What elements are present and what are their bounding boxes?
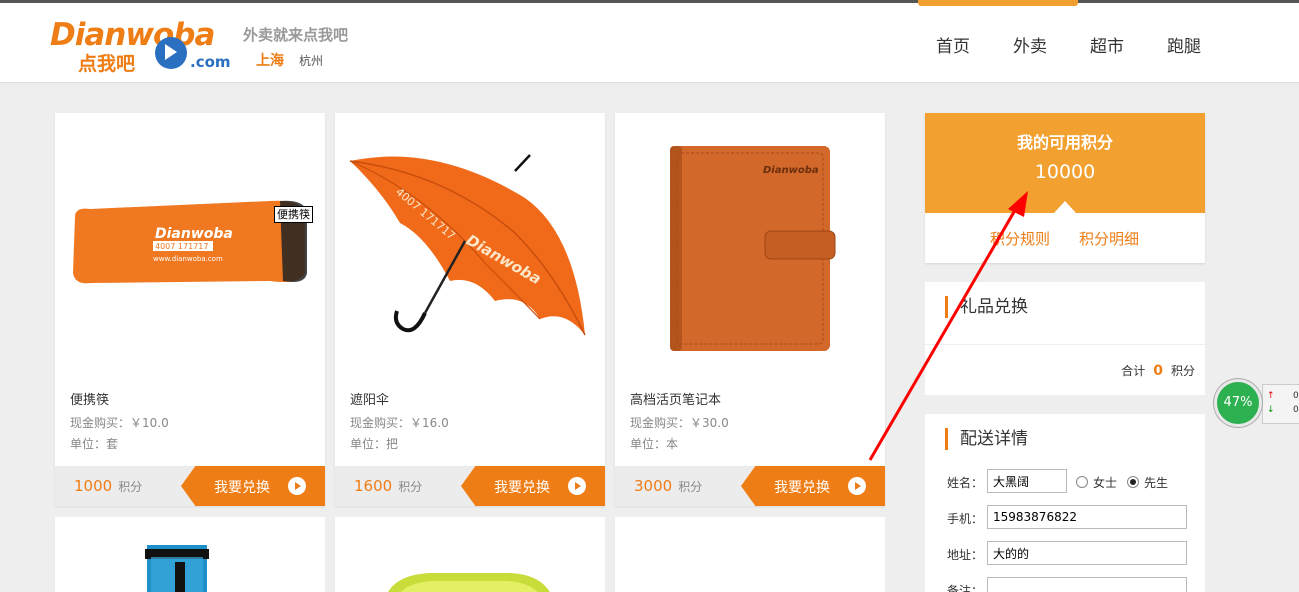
product-image-chopsticks[interactable]: Dianwoba 4007 171717 www.dianwoba.com [55, 113, 325, 383]
logo-domain: .com [190, 53, 231, 71]
logo-sub: 点我吧 [78, 53, 136, 75]
nav-supermarket[interactable]: 超市 [1090, 32, 1124, 57]
gift-exchange-panel: 礼品兑换 合计 0 积分 [925, 282, 1205, 395]
gift-title: 礼品兑换 [945, 296, 1028, 318]
phone-label: 手机： [947, 512, 984, 526]
points-header: 我的可用积分 10000 [925, 113, 1205, 213]
address-label: 地址： [947, 548, 984, 562]
logo-text: Dianwoba [50, 17, 215, 53]
memory-gauge[interactable]: 47% [1214, 379, 1262, 427]
gift-total: 合计 0 积分 [1121, 363, 1195, 379]
nav-takeout[interactable]: 外卖 [1013, 32, 1047, 57]
nav-home[interactable]: 首页 [936, 32, 970, 57]
slogan: 外卖就来点我吧 [243, 26, 349, 44]
points-panel: 我的可用积分 10000 积分规则 积分明细 [925, 113, 1205, 263]
name-label: 姓名： [947, 476, 984, 490]
address-input[interactable] [987, 541, 1187, 565]
product-points: 1000 积分 [74, 477, 143, 495]
product-price: 现金购买：￥16.0 [350, 416, 449, 430]
logo[interactable]: Dianwoba 点我吧 .com [50, 17, 231, 75]
note-input[interactable] [987, 577, 1187, 592]
nav-active-indicator [918, 0, 1078, 6]
product-image-lunchbox[interactable] [335, 517, 605, 592]
card-footer: 1000 积分 我要兑换 [55, 466, 325, 506]
product-name[interactable]: 遮阳伞 [350, 389, 389, 408]
product-card [335, 517, 605, 592]
city-hangzhou[interactable]: 杭州 [299, 52, 323, 69]
points-rules-link[interactable]: 积分规则 [990, 228, 1050, 249]
product-points: 3000 积分 [634, 477, 703, 495]
phone-input[interactable] [987, 505, 1187, 529]
notch [1054, 201, 1076, 213]
chopsticks-print-phone: 4007 171717 [155, 242, 208, 251]
points-value: 10000 [1034, 161, 1096, 183]
city-shanghai[interactable]: 上海 [256, 50, 284, 70]
redeem-button[interactable]: 我要兑换 [741, 466, 885, 506]
product-image-cup[interactable] [55, 517, 325, 592]
nav-errand[interactable]: 跑腿 [1167, 32, 1201, 57]
cursor-logo-icon [155, 37, 187, 69]
product-unit: 单位：把 [350, 437, 399, 451]
note-label: 备注： [947, 584, 984, 592]
points-detail-link[interactable]: 积分明细 [1079, 228, 1139, 249]
header: Dianwoba 点我吧 .com 外卖就来点我吧 上海 杭州 首页 外卖 超市… [0, 3, 1299, 83]
product-card: Dianwoba 高档活页笔记本 现金购买：￥30.0 单位：本 3000 积分 … [615, 113, 885, 506]
product-card [615, 517, 885, 592]
delivery-panel: 配送详情 姓名： 女士 先生 手机： 地址： 备注： [925, 414, 1205, 592]
arrow-up-icon: ↑ [1267, 391, 1275, 401]
divider [925, 344, 1205, 345]
points-title: 我的可用积分 [1016, 133, 1113, 152]
product-name[interactable]: 便携筷 [70, 389, 109, 408]
product-name[interactable]: 高档活页笔记本 [630, 389, 721, 408]
delivery-title: 配送详情 [945, 428, 1028, 450]
product-card: 4007 171717 Dianwoba 遮阳伞 现金购买：￥16.0 单位：把… [335, 113, 605, 506]
arrow-right-icon [568, 477, 586, 495]
product-points: 1600 积分 [354, 477, 423, 495]
product-image-notebook[interactable]: Dianwoba [615, 113, 885, 383]
product-price: 现金购买：￥10.0 [70, 416, 169, 430]
product-card [55, 517, 325, 592]
female-radio[interactable] [1076, 476, 1088, 488]
card-footer: 1600 积分 我要兑换 [335, 466, 605, 506]
download-value: 0 [1293, 405, 1299, 415]
female-label: 女士 [1093, 476, 1118, 490]
arrow-down-icon: ↓ [1267, 405, 1275, 415]
total-value: 0 [1153, 363, 1163, 379]
arrow-right-icon [848, 477, 866, 495]
product-price: 现金购买：￥30.0 [630, 416, 729, 430]
product-image-umbrella[interactable]: 4007 171717 Dianwoba [335, 113, 605, 383]
product-unit: 单位：套 [70, 437, 119, 451]
product-unit: 单位：本 [630, 437, 679, 451]
card-footer: 3000 积分 我要兑换 [615, 466, 885, 506]
chopsticks-print-url: www.dianwoba.com [153, 255, 223, 263]
male-label: 先生 [1144, 476, 1169, 490]
male-radio[interactable] [1127, 476, 1139, 488]
arrow-right-icon [288, 477, 306, 495]
network-speed-widget[interactable]: ↑ 0 ↓ 0 [1262, 384, 1299, 424]
redeem-button[interactable]: 我要兑换 [461, 466, 605, 506]
tooltip: 便携筷 [274, 206, 313, 223]
upload-value: 0 [1293, 391, 1299, 401]
name-input[interactable] [987, 469, 1067, 493]
redeem-button[interactable]: 我要兑换 [181, 466, 325, 506]
notebook-print-brand: Dianwoba [763, 165, 819, 176]
product-card: Dianwoba 4007 171717 www.dianwoba.com 便携… [55, 113, 325, 506]
chopsticks-print-brand: Dianwoba [155, 226, 233, 242]
